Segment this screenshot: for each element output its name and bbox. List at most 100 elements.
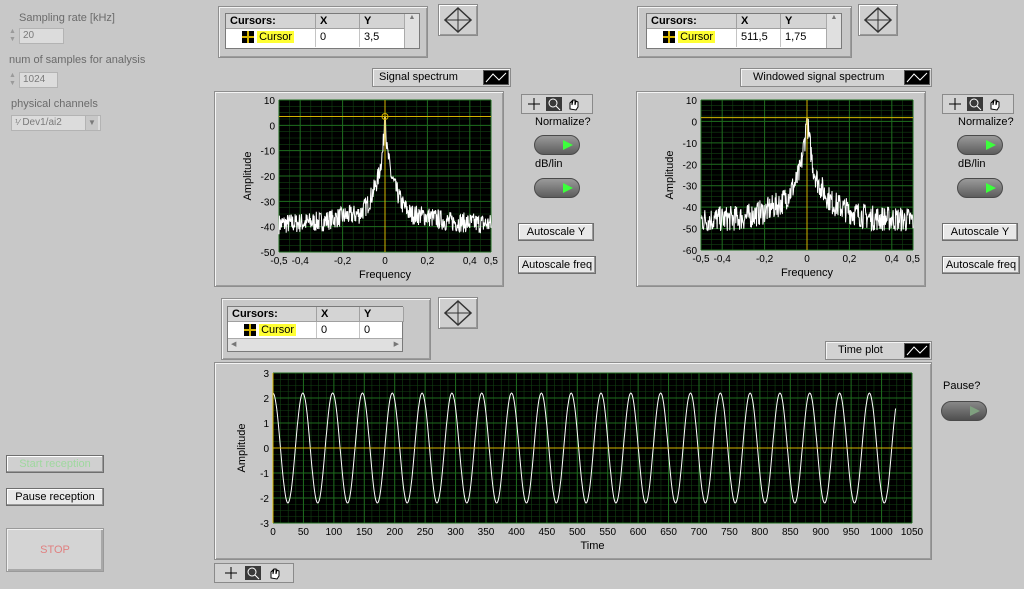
x-tick-label: 0,5 — [484, 256, 498, 267]
time-chart[interactable]: 0 50 100 150 200 250 300 350 400 450 500 550 600 650 7… — [215, 363, 933, 561]
x-tick-label: 450 — [539, 527, 556, 538]
windowed-autoscale-y-button[interactable]: Autoscale Y — [942, 223, 1018, 241]
cursor-x-cell[interactable]: 511,5 — [737, 29, 781, 47]
x-tick-label: 0,4 — [463, 256, 477, 267]
cursor-y-cell[interactable]: 1,75 — [781, 29, 827, 47]
line-style-icon — [904, 343, 930, 358]
cursor-header-y: Y — [781, 14, 827, 29]
chevron-down-icon[interactable]: ▼ — [85, 116, 98, 130]
y-tick-label: -40 — [683, 203, 698, 214]
sampling-rate-label: Sampling rate [kHz] — [19, 12, 115, 24]
x-tick-label: 150 — [356, 527, 373, 538]
cursor-table-hscrollbar[interactable]: ◀ ▶ — [228, 338, 402, 351]
x-tick-label: 800 — [752, 527, 769, 538]
x-tick-label: 0,2 — [842, 254, 856, 265]
windowed-spectrum-chart[interactable]: -0,5 -0,4 -0,2 0 0,2 0,4 0,5100-10-20-30-40-50… — [637, 92, 927, 288]
pan-hand-icon[interactable] — [267, 566, 283, 580]
y-tick-label: -20 — [683, 160, 698, 171]
windowed-normalize-label: Normalize? — [958, 116, 1014, 128]
num-samples-input[interactable]: 1024 — [19, 72, 58, 88]
time-graph-palette[interactable] — [214, 563, 294, 583]
windowed-graph-palette[interactable] — [942, 94, 1014, 114]
scroll-left-icon[interactable]: ◀ — [231, 339, 236, 350]
x-tick-label: 100 — [326, 527, 343, 538]
num-samples-spinner[interactable]: ▲ ▼ — [8, 72, 17, 90]
zoom-tool-icon[interactable] — [546, 97, 562, 111]
windowed-dblin-toggle[interactable] — [957, 178, 1003, 198]
pause-label: Pause? — [943, 380, 981, 392]
spectrum-dblin-label: dB/lin — [535, 158, 563, 170]
x-tick-label: 550 — [599, 527, 616, 538]
cursor-y-cell[interactable]: 3,5 — [360, 29, 406, 47]
y-tick-label: 0 — [691, 117, 697, 128]
physical-channel-select[interactable]: ⅟ Dev1/ai2 ▼ — [11, 115, 101, 131]
x-tick-label: 50 — [298, 527, 310, 538]
zoom-tool-icon[interactable] — [245, 566, 261, 580]
y-tick-label: 10 — [264, 96, 276, 107]
x-tick-label: -0,4 — [292, 256, 310, 267]
line-style-icon — [483, 70, 509, 85]
y-tick-label: 0 — [269, 121, 275, 132]
spectrum-graph-palette[interactable] — [521, 94, 593, 114]
cursor-header-y: Y — [360, 307, 404, 322]
pause-toggle[interactable] — [941, 401, 987, 421]
x-tick-label: 0,4 — [885, 254, 899, 265]
spectrum-cursor-move-icon[interactable] — [438, 4, 478, 36]
windowed-normalize-toggle[interactable] — [957, 135, 1003, 155]
pan-hand-icon[interactable] — [987, 97, 1003, 111]
num-samples-label: num of samples for analysis — [9, 54, 146, 66]
time-cursor-move-icon[interactable] — [438, 297, 478, 329]
pause-reception-button[interactable]: Pause reception — [6, 488, 104, 506]
windowed-autoscale-freq-button[interactable]: Autoscale freq — [942, 256, 1020, 274]
diamond-arrows-icon — [863, 6, 893, 34]
x-tick-label: 500 — [569, 527, 586, 538]
time-cursor-table[interactable]: Cursors: X Y Cursor 0 0 ◀ ▶ — [227, 306, 404, 352]
crosshair-tool-icon[interactable] — [947, 97, 963, 111]
spectrum-cursor-table[interactable]: Cursors: X Y Cursor 0 3,5 ▲ — [225, 13, 420, 49]
pan-hand-icon[interactable] — [566, 97, 582, 111]
spectrum-normalize-toggle[interactable] — [534, 135, 580, 155]
cursor-name-cell[interactable]: Cursor — [647, 29, 737, 47]
led-indicator-icon — [986, 140, 996, 150]
spectrum-autoscale-y-button[interactable]: Autoscale Y — [518, 223, 594, 241]
windowed-cursor-table[interactable]: Cursors: X Y Cursor 511,5 1,75 ▲ — [646, 13, 842, 49]
spectrum-graph-panel: -0,5 -0,4 -0,2 0 0,2 0,4 0,5 10 0 -10 -20 -30 -40 -50… — [214, 91, 504, 287]
x-tick-label: 0,2 — [420, 256, 434, 267]
x-tick-label: 300 — [447, 527, 464, 538]
start-reception-button[interactable]: Start reception — [6, 455, 104, 473]
y-tick-label: -20 — [261, 172, 276, 183]
cursor-header-name: Cursors: — [647, 14, 737, 29]
cursor-name-cell[interactable]: Cursor — [226, 29, 316, 47]
led-indicator-icon — [563, 183, 573, 193]
windowed-dblin-label: dB/lin — [958, 158, 986, 170]
sampling-rate-spinner[interactable]: ▲ ▼ — [8, 28, 17, 46]
time-plot-legend[interactable]: Time plot — [825, 341, 932, 360]
diamond-arrows-icon — [443, 6, 473, 34]
spectrum-autoscale-freq-button[interactable]: Autoscale freq — [518, 256, 596, 274]
cursor-header-x: X — [317, 307, 360, 322]
crosshair-tool-icon[interactable] — [526, 97, 542, 111]
x-tick-label: -0,2 — [334, 256, 352, 267]
cursor-table-scrollbar[interactable]: ▲ — [826, 14, 841, 48]
cursor-x-cell[interactable]: 0 — [316, 29, 360, 47]
x-tick-label: 650 — [660, 527, 677, 538]
y-tick-label: -30 — [261, 197, 276, 208]
cursor-header-x: X — [316, 14, 360, 29]
sampling-rate-input[interactable]: 20 — [19, 28, 64, 44]
cursor-crosshair-icon — [244, 324, 256, 337]
spectrum-dblin-toggle[interactable] — [534, 178, 580, 198]
windowed-cursor-move-icon[interactable] — [858, 4, 898, 36]
spectrum-plot-legend[interactable]: Signal spectrum — [372, 68, 511, 87]
crosshair-tool-icon[interactable] — [223, 566, 239, 580]
scroll-right-icon[interactable]: ▶ — [394, 339, 399, 350]
y-tick-label: 2 — [263, 394, 269, 405]
windowed-plot-legend[interactable]: Windowed signal spectrum — [740, 68, 932, 87]
cursor-table-scrollbar[interactable]: ▲ — [404, 14, 419, 48]
zoom-tool-icon[interactable] — [967, 97, 983, 111]
y-axis-label: Amplitude — [664, 151, 676, 200]
y-tick-label: -1 — [260, 469, 269, 480]
led-indicator-icon — [970, 406, 980, 416]
spectrum-chart[interactable]: -0,5 -0,4 -0,2 0 0,2 0,4 0,5100-10-20-30-40-50… — [215, 92, 505, 288]
x-tick-label: 350 — [478, 527, 495, 538]
stop-button[interactable]: STOP — [6, 528, 104, 572]
